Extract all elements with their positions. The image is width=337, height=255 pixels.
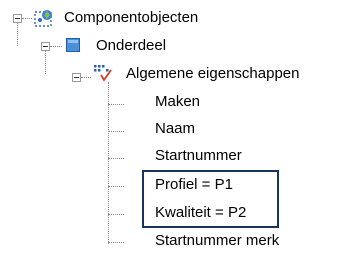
collapse-toggle-algemene-eigenschappen[interactable] — [72, 73, 81, 82]
tree-connector — [108, 158, 124, 159]
collapse-toggle-componentobjecten[interactable] — [13, 14, 22, 23]
tree-connector — [108, 242, 124, 243]
tree-guide-root — [17, 22, 18, 46]
property-item-maken[interactable]: Maken — [155, 93, 200, 111]
tree-connector — [108, 104, 124, 105]
highlight-box — [142, 170, 279, 228]
component-objects-icon — [34, 8, 56, 32]
tree-node-label-componentobjecten[interactable]: Componentobjecten — [64, 9, 198, 27]
property-item-naam[interactable]: Naam — [155, 120, 195, 138]
tree-connector — [81, 77, 91, 78]
tree-guide-onderdeel — [45, 50, 46, 74]
component-tree: Componentobjecten Onderdeel Algemene eig… — [0, 0, 337, 255]
tree-connector — [50, 46, 62, 47]
tree-guide-properties — [108, 82, 109, 244]
part-icon — [66, 38, 80, 56]
tree-node-label-algemene-eigenschappen[interactable]: Algemene eigenschappen — [126, 65, 299, 83]
tree-connector — [108, 186, 124, 187]
tree-connector — [108, 131, 124, 132]
tree-connector — [22, 18, 32, 19]
general-properties-icon — [92, 62, 114, 88]
property-item-startnummer-merk[interactable]: Startnummer merk — [155, 232, 279, 250]
property-item-startnummer[interactable]: Startnummer — [155, 147, 242, 165]
collapse-toggle-onderdeel[interactable] — [41, 42, 50, 51]
tree-connector — [108, 214, 124, 215]
tree-node-label-onderdeel[interactable]: Onderdeel — [96, 37, 166, 55]
